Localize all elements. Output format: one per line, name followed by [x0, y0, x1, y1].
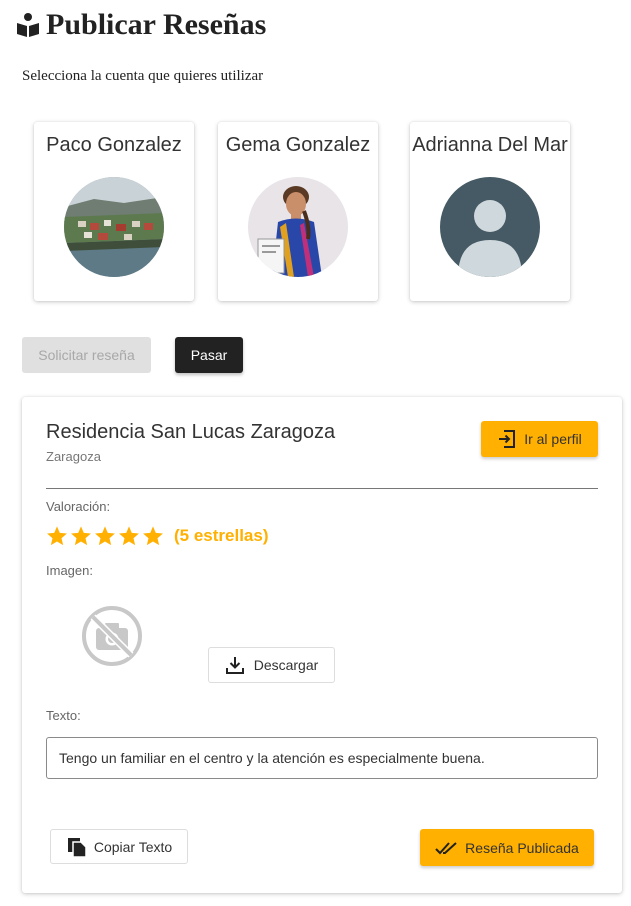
review-published-label: Reseña Publicada [465, 839, 579, 856]
star-icon [47, 526, 67, 546]
account-select-instruction: Selecciona la cuenta que quieres utiliza… [22, 68, 264, 84]
review-panel: Residencia San Lucas Zaragoza Zaragoza I… [22, 397, 622, 893]
rating-label: Valoración: [46, 499, 111, 514]
account-name: Paco Gonzalez [46, 134, 182, 156]
star-icon [95, 526, 115, 546]
woman-portrait-photo [248, 177, 348, 277]
text-label: Texto: [46, 708, 81, 723]
star-icon [143, 526, 163, 546]
download-button[interactable]: Descargar [208, 647, 335, 683]
review-published-button[interactable]: Reseña Publicada [420, 829, 594, 866]
town-landscape-photo [64, 177, 164, 277]
account-card-adrianna[interactable]: Adrianna Del Mar [410, 122, 570, 301]
request-review-button[interactable]: Solicitar reseña [22, 337, 151, 373]
default-user-icon [440, 177, 540, 277]
account-card-paco[interactable]: Paco Gonzalez [34, 122, 194, 301]
account-name: Adrianna Del Mar [412, 134, 568, 156]
page-title: Publicar Reseñas [46, 8, 267, 41]
copy-text-label: Copiar Texto [93, 838, 173, 855]
divider [46, 488, 598, 489]
go-to-profile-button[interactable]: Ir al perfil [481, 421, 598, 457]
business-city: Zaragoza [46, 449, 101, 464]
rating-stars: (5 estrellas) [46, 525, 269, 547]
star-icon [119, 526, 139, 546]
no-photo-icon [82, 606, 142, 666]
account-name: Gema Gonzalez [225, 134, 371, 156]
download-icon [225, 657, 244, 674]
go-to-profile-label: Ir al perfil [524, 431, 582, 447]
double-check-icon [435, 841, 457, 854]
download-label: Descargar [253, 657, 319, 673]
avatar [440, 177, 540, 277]
account-card-gema[interactable]: Gema Gonzalez [218, 122, 378, 301]
open-book-icon [17, 13, 39, 37]
copy-text-button[interactable]: Copiar Texto [50, 829, 188, 864]
copy-icon [67, 837, 87, 858]
login-icon [499, 430, 516, 448]
avatar [64, 177, 164, 277]
star-icon [71, 526, 91, 546]
pass-button[interactable]: Pasar [175, 337, 243, 373]
rating-text: (5 estrellas) [174, 526, 269, 545]
page-header: Publicar Reseñas [16, 8, 266, 42]
business-name: Residencia San Lucas Zaragoza [46, 421, 336, 443]
avatar [248, 177, 348, 277]
image-label: Imagen: [46, 563, 93, 578]
review-text-field[interactable]: Tengo un familiar en el centro y la aten… [46, 737, 598, 779]
